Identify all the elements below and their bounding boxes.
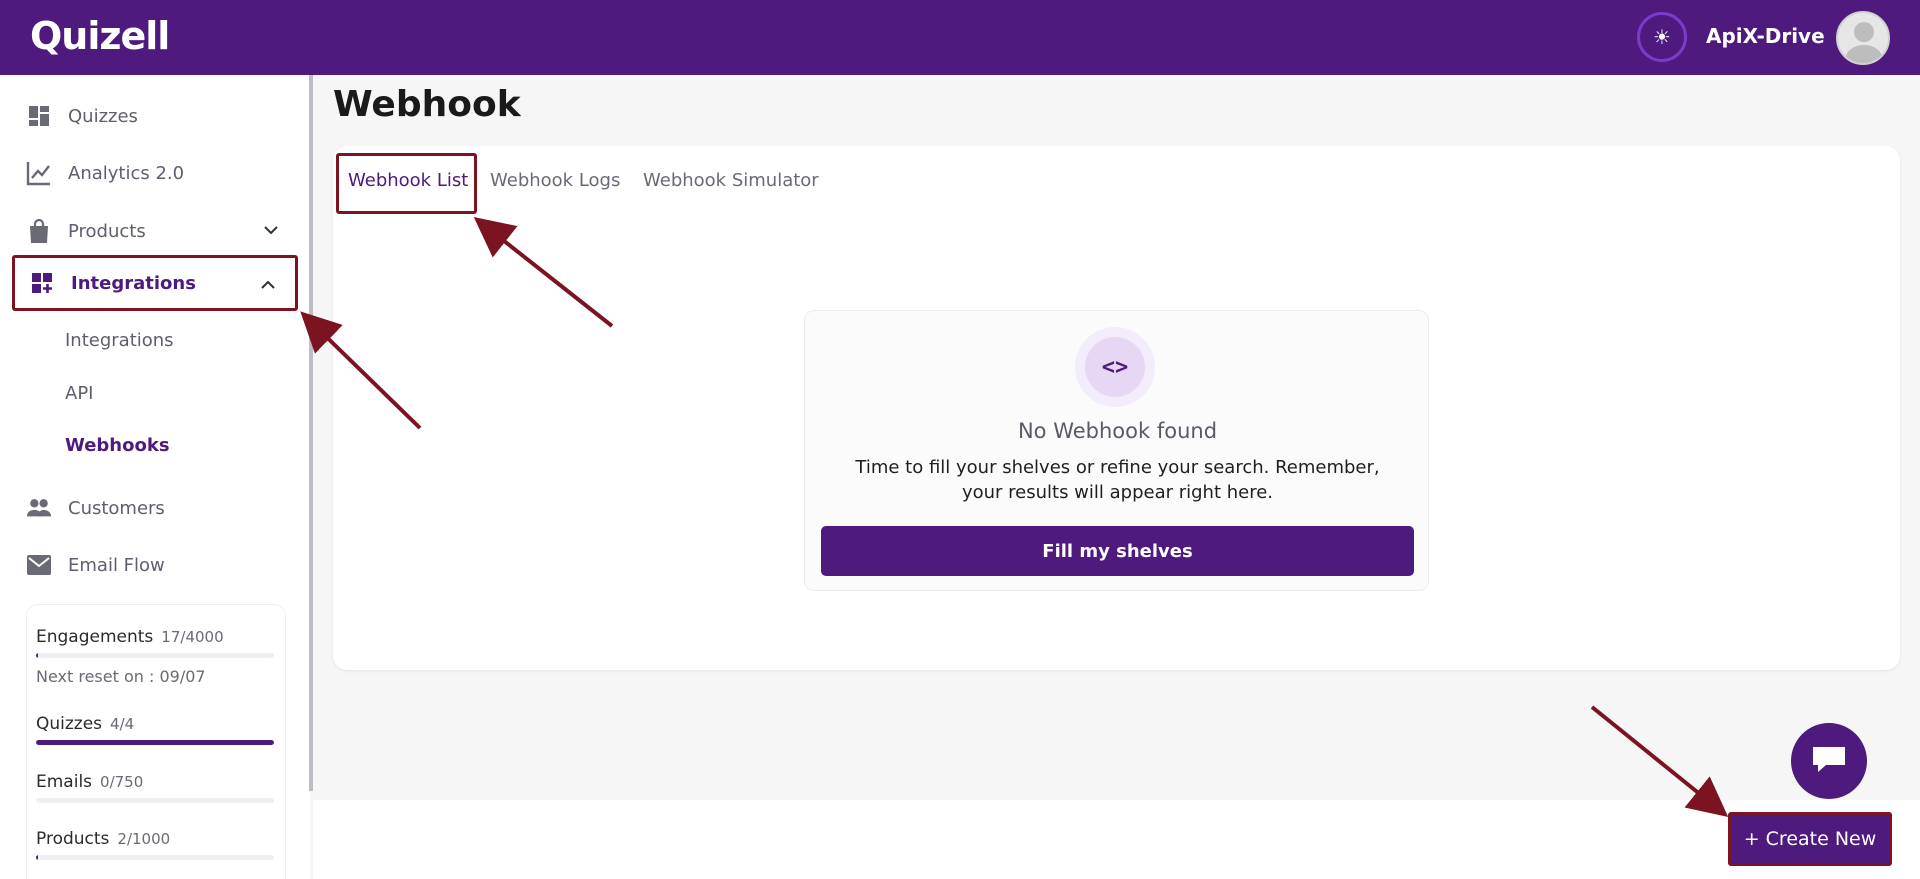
sidebar-item-label: Analytics 2.0 — [68, 162, 185, 184]
engagements-progress-bar — [36, 653, 274, 658]
usage-emails: Emails 0/750 — [36, 772, 276, 803]
sidebar-item-analytics[interactable]: Analytics 2.0 — [12, 145, 298, 201]
top-bar: Quizell ☀ ApiX-Drive — [0, 0, 1920, 75]
shopping-bag-icon — [26, 218, 52, 244]
usage-engagements: Engagements 17/4000 — [36, 627, 276, 658]
sidebar-item-label: Quizzes — [68, 105, 138, 127]
account-name[interactable]: ApiX-Drive — [1706, 24, 1825, 48]
mail-icon — [26, 552, 52, 578]
sidebar-item-label: Customers — [68, 497, 165, 519]
emails-progress-bar — [36, 798, 274, 803]
tab-webhook-logs[interactable]: Webhook Logs — [490, 170, 620, 191]
sidebar-item-label: Integrations — [71, 272, 196, 294]
products-progress-bar — [36, 855, 274, 860]
code-brackets-icon: <> — [1085, 337, 1145, 397]
tab-webhook-simulator[interactable]: Webhook Simulator — [643, 170, 819, 191]
footer-bar — [313, 800, 1920, 879]
usage-quizzes: Quizzes 4/4 — [36, 714, 276, 745]
chevron-down-icon — [262, 221, 280, 239]
dashboard-icon — [26, 103, 52, 129]
sidebar-item-integrations[interactable]: Integrations — [12, 255, 298, 311]
empty-state-description: Time to fill your shelves or refine your… — [855, 457, 1380, 503]
reset-date: Next reset on : 09/07 — [36, 667, 206, 686]
empty-state-title: No Webhook found — [1017, 419, 1218, 443]
usage-card: Engagements 17/4000 Next reset on : 09/07… — [26, 604, 286, 879]
widgets-add-icon — [29, 270, 55, 296]
create-new-button[interactable]: + Create New — [1728, 812, 1892, 866]
sidebar-item-customers[interactable]: Customers — [12, 480, 298, 536]
usage-products: Products 2/1000 — [36, 829, 276, 860]
arrow-to-create-new — [1590, 705, 1729, 818]
quizzes-progress-bar — [36, 740, 274, 745]
logo-text: Quizell — [30, 14, 170, 58]
chevron-up-icon — [259, 276, 277, 294]
empty-state-card: <> No Webhook found Time to fill your sh… — [804, 310, 1429, 591]
page-title: Webhook — [333, 84, 521, 125]
sidebar-item-quizzes[interactable]: Quizzes — [12, 88, 298, 144]
sun-icon: ☀ — [1653, 25, 1671, 49]
empty-state-icon: <> — [1075, 327, 1155, 407]
fill-my-shelves-button[interactable]: Fill my shelves — [821, 526, 1414, 576]
tab-highlight-box — [336, 153, 477, 214]
sidebar-item-products[interactable]: Products — [12, 203, 298, 259]
sidebar-subitem-integrations[interactable]: Integrations — [65, 330, 174, 351]
sidebar-scrollbar[interactable] — [309, 75, 313, 791]
people-icon — [26, 495, 52, 521]
theme-toggle-button[interactable]: ☀ — [1637, 12, 1687, 62]
sidebar-subitem-webhooks[interactable]: Webhooks — [65, 435, 170, 456]
chart-line-icon — [26, 160, 52, 186]
avatar[interactable] — [1836, 11, 1890, 65]
quizell-logo[interactable]: Quizell — [30, 14, 170, 58]
sidebar-item-label: Email Flow — [68, 554, 165, 576]
chat-button[interactable] — [1791, 723, 1867, 799]
sidebar-item-email-flow[interactable]: Email Flow — [12, 537, 298, 593]
sidebar-subitem-api[interactable]: API — [65, 383, 93, 404]
sidebar-item-label: Products — [68, 220, 146, 242]
chat-icon — [1810, 743, 1848, 779]
